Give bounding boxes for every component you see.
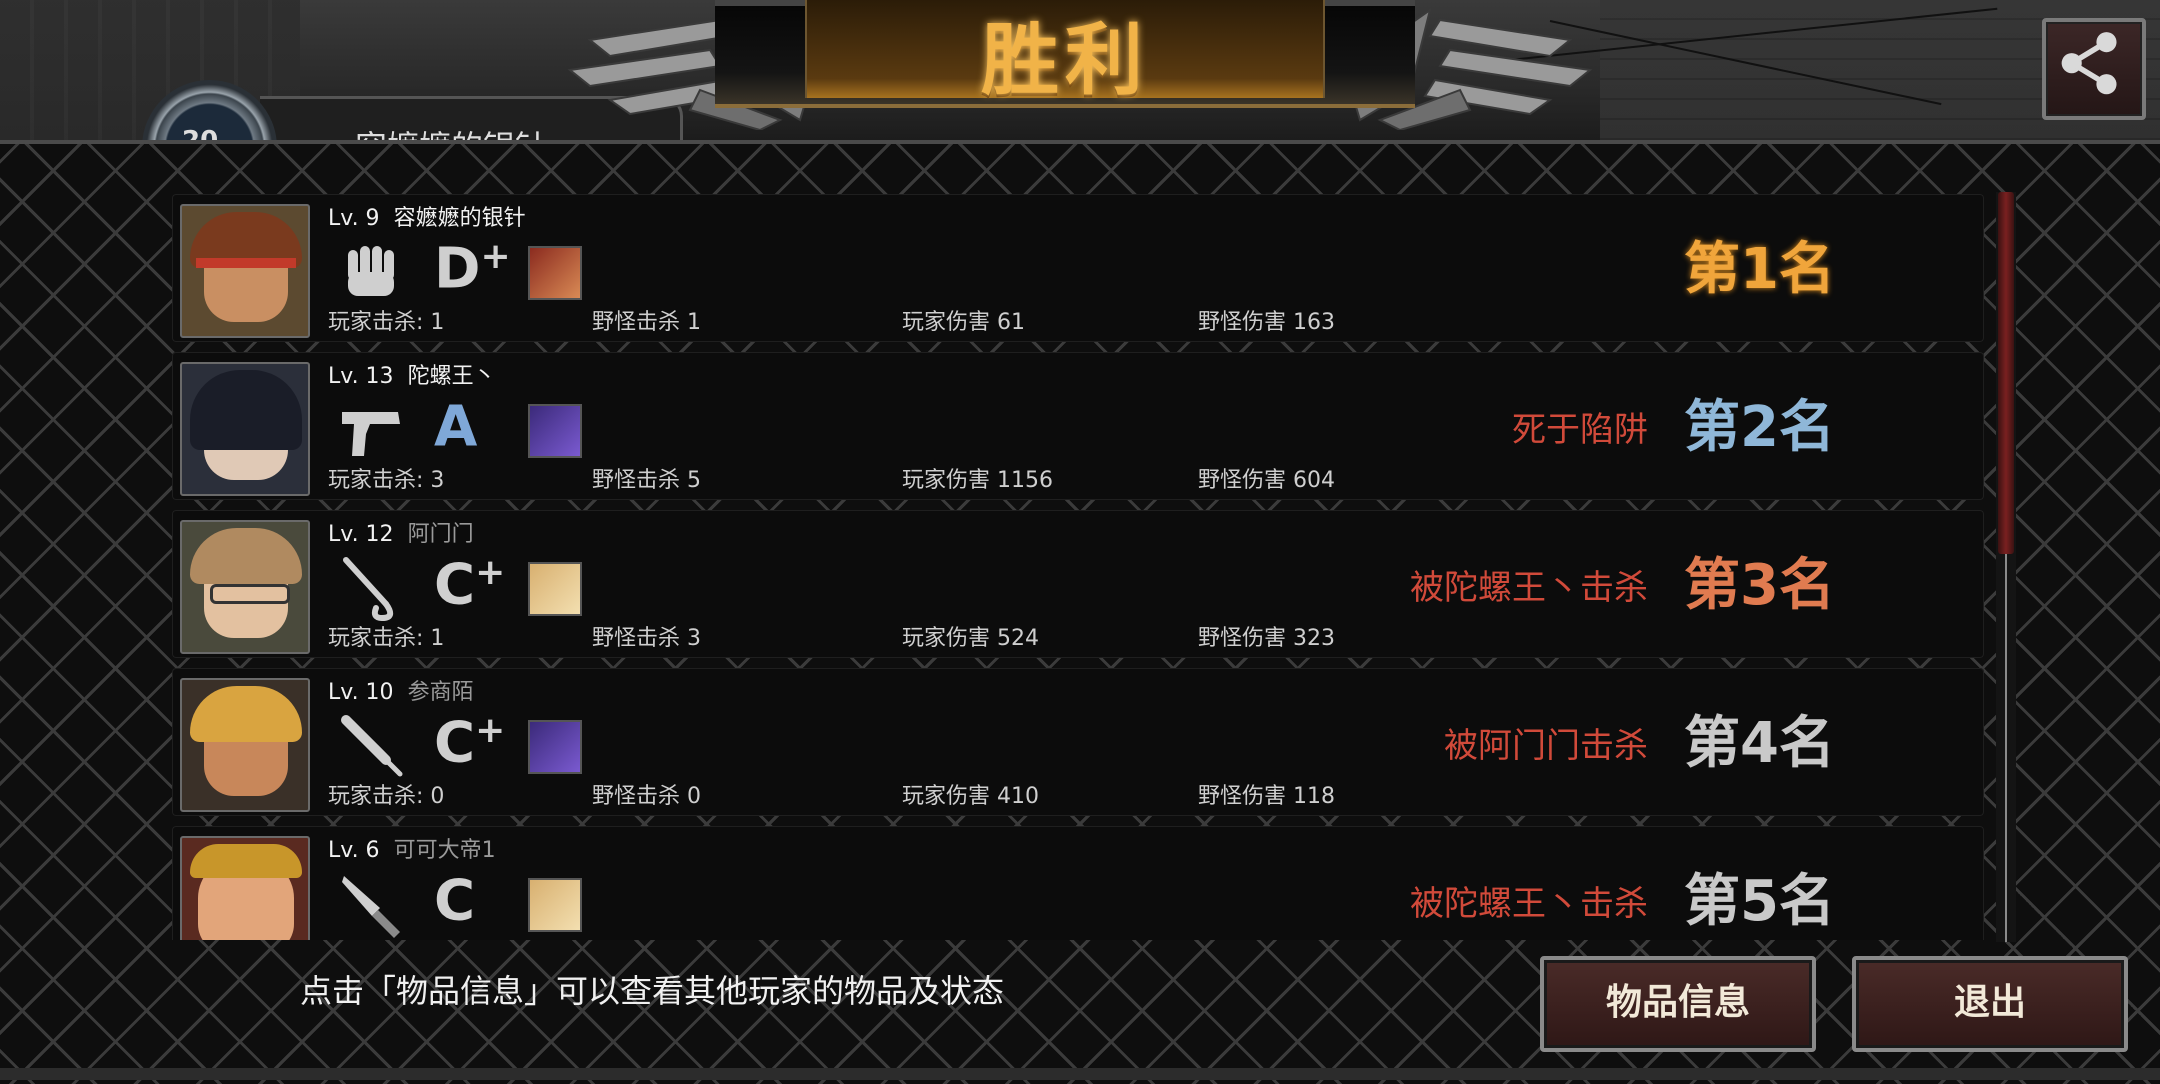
player-avatar	[180, 520, 310, 654]
player-kills: 玩家击杀: 0	[328, 784, 445, 809]
monster-kills: 野怪击杀 5	[592, 468, 701, 493]
player-name: 陀螺王丶	[407, 364, 496, 389]
death-cause: 被陀螺王丶击杀	[1410, 884, 1648, 924]
player-level: Lv. 6	[328, 838, 380, 863]
rank-label: 第2名	[1684, 395, 1835, 460]
player-row[interactable]: Lv. 6 可可大帝1 C 被陀螺王丶击杀 第5名	[172, 826, 1984, 940]
player-damage: 玩家伤害 61	[902, 310, 1025, 335]
item-info-button[interactable]: 物品信息	[1540, 956, 1816, 1052]
player-level: Lv. 9	[328, 206, 380, 231]
player-level-name: Lv. 9 容嬷嬷的银针	[328, 200, 526, 232]
player-avatar	[180, 204, 310, 338]
player-item-portrait[interactable]	[528, 404, 582, 458]
grade-letter: C	[434, 552, 476, 618]
player-avatar	[180, 836, 310, 940]
page-title: 胜利	[980, 16, 1149, 106]
share-icon	[2061, 32, 2117, 95]
monster-kills: 野怪击杀 0	[592, 784, 701, 809]
pistol-icon	[342, 412, 400, 456]
rank-label: 第5名	[1684, 869, 1835, 934]
player-level-name: Lv. 13 陀螺王丶	[328, 358, 496, 390]
title-banner: 胜利	[715, 0, 1415, 108]
rank-label: 第4名	[1684, 711, 1835, 776]
monster-kills: 野怪击杀 3	[592, 626, 701, 651]
grade-letter: C	[434, 710, 476, 776]
scrollbar-rail	[2005, 554, 2007, 942]
exit-button[interactable]: 退出	[1852, 956, 2128, 1052]
player-damage: 玩家伤害 524	[902, 626, 1039, 651]
player-level-name: Lv. 10 参商陌	[328, 674, 474, 706]
player-damage: 玩家伤害 410	[902, 784, 1039, 809]
player-grade: A	[434, 394, 477, 460]
monster-kills: 野怪击杀 1	[592, 310, 701, 335]
player-avatar	[180, 362, 310, 496]
player-kills: 玩家击杀: 3	[328, 468, 445, 493]
knife-icon	[342, 876, 400, 938]
player-item-portrait[interactable]	[528, 720, 582, 774]
list-scrollbar[interactable]	[1996, 192, 2016, 942]
player-damage: 玩家伤害 1156	[902, 468, 1053, 493]
grade-modifier: +	[480, 236, 511, 277]
player-grade: C+	[434, 710, 505, 776]
grade-letter: C	[434, 868, 476, 934]
monster-damage: 野怪伤害 323	[1198, 626, 1335, 651]
player-name: 阿门门	[407, 522, 474, 547]
results-list[interactable]: Lv. 9 容嬷嬷的银针 D+ 玩家击杀: 1 野怪击杀 1 玩家伤害 61 野怪…	[168, 190, 1988, 940]
monster-damage: 野怪伤害 163	[1198, 310, 1335, 335]
player-row[interactable]: Lv. 12 阿门门 C+ 玩家击杀: 1 野怪击杀 3 玩家伤害 524 野怪伤…	[172, 510, 1984, 658]
grade-letter: A	[434, 394, 478, 460]
grade-modifier: +	[475, 710, 506, 751]
player-avatar	[180, 678, 310, 812]
player-grade: C+	[434, 552, 505, 618]
player-row[interactable]: Lv. 13 陀螺王丶 A 玩家击杀: 3 野怪击杀 5 玩家伤害 1156 野怪…	[172, 352, 1984, 500]
grade-modifier: +	[475, 552, 506, 593]
player-kills: 玩家击杀: 1	[328, 626, 445, 651]
monster-damage: 野怪伤害 604	[1198, 468, 1335, 493]
player-grade: D+	[434, 236, 511, 302]
player-row[interactable]: Lv. 9 容嬷嬷的银针 D+ 玩家击杀: 1 野怪击杀 1 玩家伤害 61 野怪…	[172, 194, 1984, 342]
player-level: Lv. 10	[328, 680, 394, 705]
player-level: Lv. 13	[328, 364, 394, 389]
player-name: 容嬷嬷的银针	[393, 206, 526, 231]
player-name: 参商陌	[407, 680, 474, 705]
rank-label: 第3名	[1684, 553, 1835, 618]
player-level-name: Lv. 12 阿门门	[328, 516, 474, 548]
hook-icon	[343, 557, 394, 622]
bottom-frame	[0, 1068, 2160, 1080]
death-cause: 死于陷阱	[1512, 410, 1648, 450]
grade-letter: D	[434, 236, 481, 302]
player-row[interactable]: Lv. 10 参商陌 C+ 玩家击杀: 0 野怪击杀 0 玩家伤害 410 野怪伤…	[172, 668, 1984, 816]
bat-icon	[341, 715, 403, 777]
death-cause: 被陀螺王丶击杀	[1410, 568, 1648, 608]
player-item-portrait[interactable]	[528, 562, 582, 616]
death-cause: 被阿门门击杀	[1444, 726, 1648, 766]
player-grade: C	[434, 868, 475, 934]
hint-text: 点击「物品信息」可以查看其他玩家的物品及状态	[300, 972, 1005, 1010]
share-button[interactable]	[2042, 18, 2146, 120]
player-item-portrait[interactable]	[528, 878, 582, 932]
player-kills: 玩家击杀: 1	[328, 310, 445, 335]
scrollbar-thumb[interactable]	[1998, 192, 2014, 554]
player-level-name: Lv. 6 可可大帝1	[328, 832, 496, 864]
player-item-portrait[interactable]	[528, 246, 582, 300]
player-level: Lv. 12	[328, 522, 394, 547]
monster-damage: 野怪伤害 118	[1198, 784, 1335, 809]
rank-label: 第1名	[1684, 237, 1835, 302]
player-name: 可可大帝1	[393, 838, 496, 863]
fist-icon	[348, 246, 394, 296]
